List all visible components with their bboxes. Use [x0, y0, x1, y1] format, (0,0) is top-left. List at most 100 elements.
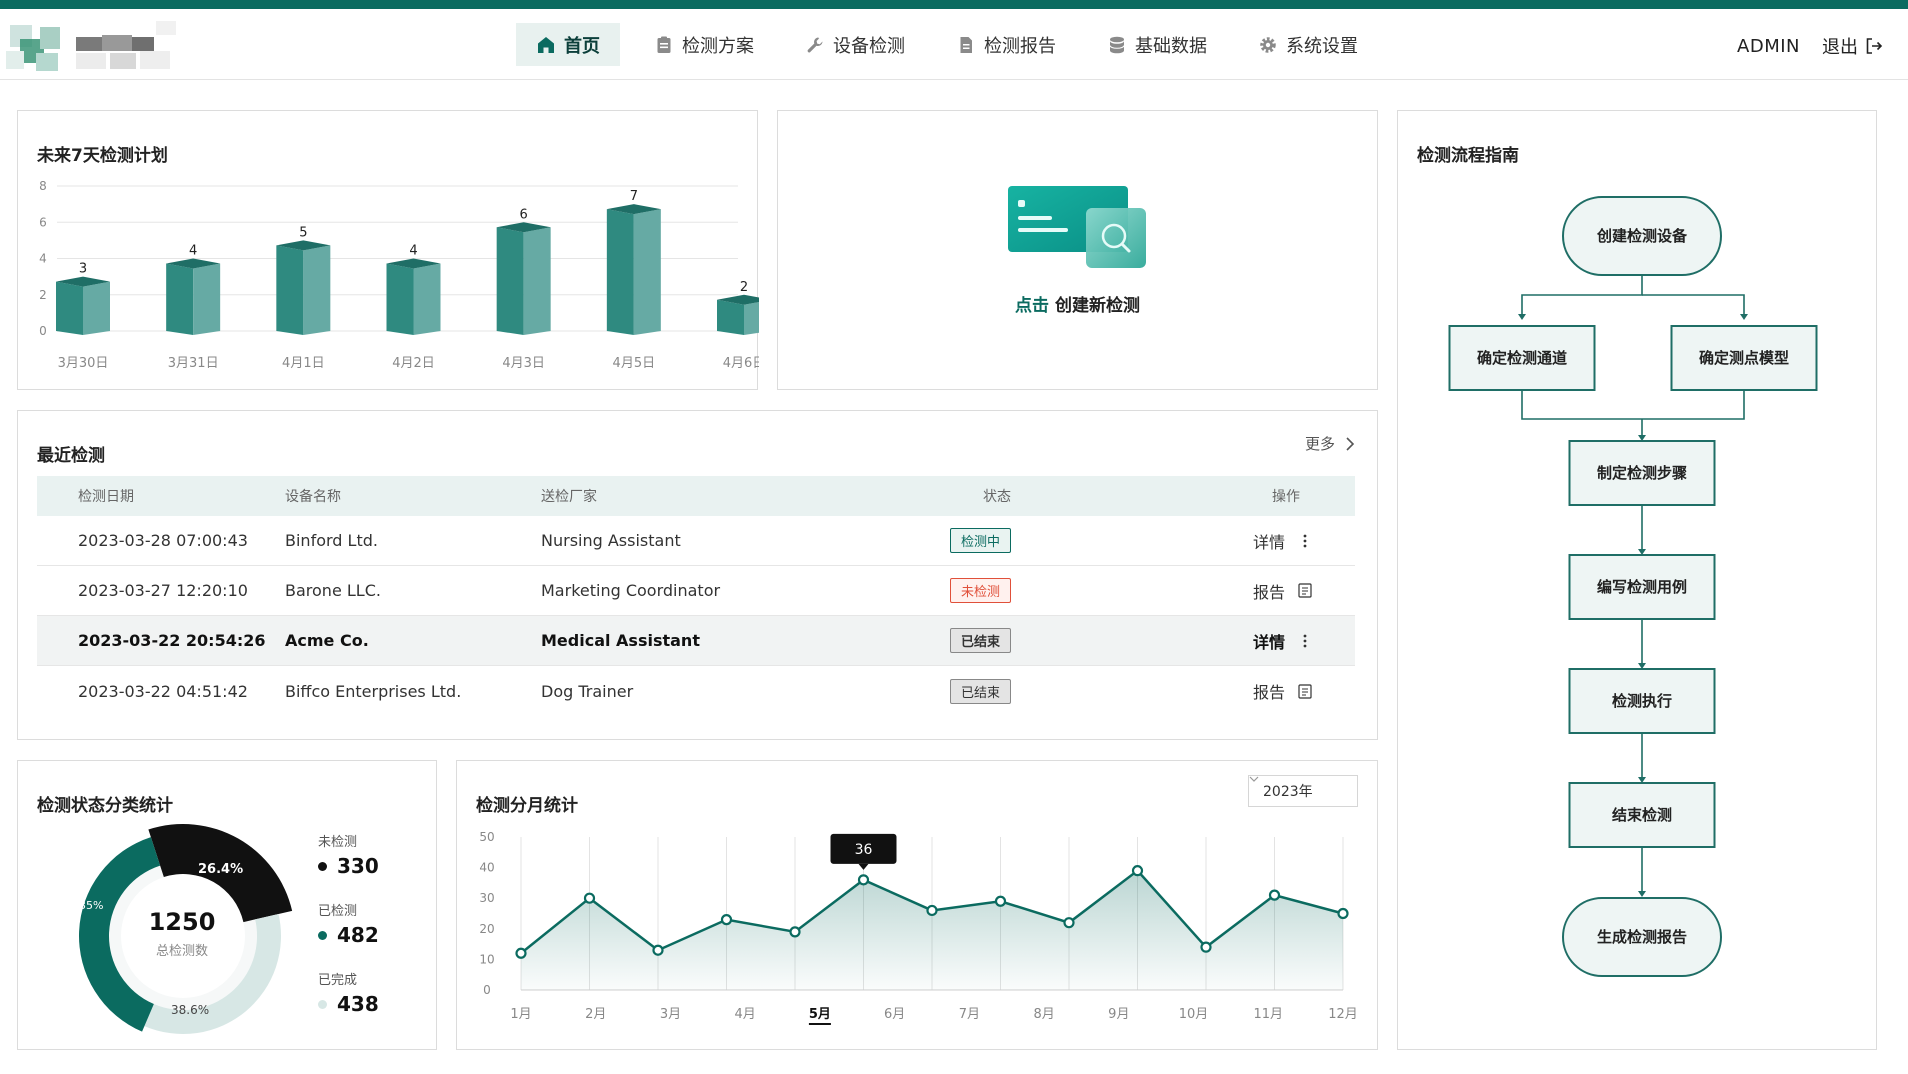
bar-face-right — [303, 245, 331, 335]
recent-tests-table: 检测日期 设备名称 送检厂家 状态 操作 2023-03-28 07:00:43… — [37, 476, 1355, 716]
create-test-cta[interactable]: 点击 创建新检测 — [778, 291, 1377, 316]
flow-node-cases[interactable]: 编写检测用例 — [1568, 554, 1716, 620]
x-tick-label: 4月 — [735, 1007, 756, 1022]
bar-value-label: 4 — [189, 244, 197, 259]
bar-face-right — [744, 301, 759, 335]
flow-node-channel[interactable]: 确定检测通道 — [1448, 325, 1596, 391]
legend-value: 438 — [337, 992, 379, 1016]
x-tick-label: 7月 — [959, 1007, 980, 1022]
bar-face-left — [496, 227, 524, 335]
menu-label: 检测报告 — [984, 35, 1056, 57]
menu-home[interactable]: 首页 — [516, 23, 620, 66]
x-tick-label: 4月3日 — [502, 356, 545, 371]
y-tick-label: 0 — [39, 324, 47, 338]
row-action-details[interactable]: 详情 — [1253, 629, 1313, 653]
flow-node-report[interactable]: 生成检测报告 — [1562, 897, 1722, 977]
x-tick-label: 9月 — [1108, 1007, 1129, 1022]
create-test-card[interactable]: 点击 创建新检测 — [777, 110, 1378, 390]
row-action-details[interactable]: 详情 — [1253, 529, 1313, 553]
monthly-stats-title: 检测分月统计 — [476, 796, 578, 816]
create-test-accent: 点击 — [1015, 296, 1050, 316]
table-row[interactable]: 2023-03-28 07:00:43 Binford Ltd. Nursing… — [37, 516, 1355, 566]
x-tick-label: 11月 — [1253, 1007, 1283, 1022]
bar — [56, 276, 110, 335]
row-action-label: 详情 — [1252, 532, 1285, 552]
row-action-label: 报告 — [1252, 582, 1285, 602]
legend-item: 未检测 330 — [318, 831, 379, 878]
year-select[interactable]: 2023年 — [1248, 775, 1358, 807]
row-action-report[interactable]: 报告 — [1253, 579, 1313, 603]
pct-label-tested: 35% — [79, 899, 104, 912]
document-icon[interactable] — [1297, 683, 1313, 699]
create-test-label: 创建新检测 — [1054, 296, 1140, 316]
flow-arrow-head — [1518, 314, 1526, 320]
legend-dot — [318, 861, 327, 871]
flow-node-model[interactable]: 确定测点模型 — [1670, 325, 1818, 391]
logo[interactable] — [6, 17, 182, 77]
user-name[interactable]: ADMIN — [1737, 36, 1800, 57]
flow-node-finish[interactable]: 结束检测 — [1568, 782, 1716, 848]
flow-node-label: 确定检测通道 — [1477, 349, 1567, 367]
menu-base-data[interactable]: 基础数据 — [1087, 23, 1227, 66]
flow-node-steps[interactable]: 制定检测步骤 — [1568, 440, 1716, 506]
data-point — [857, 874, 870, 886]
more-link[interactable]: 更多 — [1305, 433, 1355, 454]
flow-connector — [1521, 275, 1643, 316]
menu-label: 基础数据 — [1135, 35, 1207, 57]
status-badge: 已结束 — [950, 628, 1012, 653]
menu-label: 首页 — [564, 35, 600, 57]
menu-report[interactable]: 检测报告 — [936, 23, 1076, 66]
recent-tests-title: 最近检测 — [37, 446, 105, 466]
x-tick-label: 5月 — [809, 1007, 831, 1022]
data-point — [1200, 941, 1212, 953]
flow-node-execute[interactable]: 检测执行 — [1568, 668, 1716, 734]
bar — [276, 240, 331, 335]
recent-tests-panel: 最近检测 更多 检测日期 设备名称 送检厂家 状态 操作 2023-03-28 … — [17, 410, 1378, 740]
flow-guide-panel: 检测流程指南 创建检测设备 确定检测通道 确定测点模型 制定检测步骤 编写检测用例 检测执… — [1397, 110, 1877, 1050]
x-tick-label: 3月31日 — [168, 356, 219, 371]
logout-icon — [1866, 38, 1883, 54]
total-label: 总检测数 — [155, 944, 208, 959]
flow-node-label: 生成检测报告 — [1597, 928, 1687, 946]
chevron-down-icon — [1249, 776, 1259, 782]
legend-name: 未检测 — [318, 835, 358, 850]
column-header: 检测日期 — [78, 489, 134, 505]
data-point — [994, 895, 1007, 907]
year-select-value: 2023年 — [1263, 784, 1313, 800]
data-point — [583, 892, 596, 904]
data-point — [926, 904, 938, 917]
cell-vendor: Medical Assistant — [541, 631, 700, 650]
database-icon — [1109, 36, 1125, 53]
table-row[interactable]: 2023-03-22 20:54:26 Acme Co. Medical Ass… — [37, 616, 1355, 666]
menu-settings[interactable]: 系统设置 — [1238, 23, 1378, 66]
cell-device: Acme Co. — [285, 631, 369, 650]
menu-device-test[interactable]: 设备检测 — [785, 23, 925, 66]
cell-date: 2023-03-28 07:00:43 — [78, 531, 248, 550]
cell-device: Barone LLC. — [285, 581, 381, 600]
legend-item: 已完成 438 — [318, 969, 379, 1016]
table-row[interactable]: 2023-03-22 04:51:42 Biffco Enterprises L… — [37, 666, 1355, 716]
x-tick-label: 3月30日 — [58, 356, 109, 371]
data-point — [1337, 907, 1349, 920]
home-icon — [538, 36, 554, 53]
data-point — [1131, 865, 1144, 877]
cell-vendor: Nursing Assistant — [541, 531, 681, 550]
flow-node-create-device[interactable]: 创建检测设备 — [1562, 196, 1722, 276]
row-action-report[interactable]: 报告 — [1253, 679, 1313, 703]
tooltip-value: 36 — [855, 842, 873, 858]
document-icon[interactable] — [1297, 583, 1313, 599]
legend-dot — [318, 930, 327, 940]
logout-label: 退出 — [1822, 37, 1858, 58]
gear-icon — [1260, 36, 1276, 53]
logout-button[interactable]: 退出 — [1822, 33, 1884, 59]
y-tick-label: 40 — [479, 861, 494, 875]
donut-center: 1250 总检测数 — [112, 908, 252, 959]
flow-arrow-head — [1740, 314, 1748, 320]
more-vertical-icon[interactable] — [1297, 533, 1313, 549]
table-row[interactable]: 2023-03-27 12:20:10 Barone LLC. Marketin… — [37, 566, 1355, 616]
menu-plan[interactable]: 检测方案 — [634, 23, 774, 66]
flow-node-label: 确定测点模型 — [1699, 349, 1789, 367]
y-tick-label: 4 — [39, 252, 47, 266]
main-menu: 首页 检测方案 设备检测 检测报告 基础数据 系统设置 — [516, 23, 1389, 66]
more-vertical-icon[interactable] — [1297, 633, 1313, 649]
